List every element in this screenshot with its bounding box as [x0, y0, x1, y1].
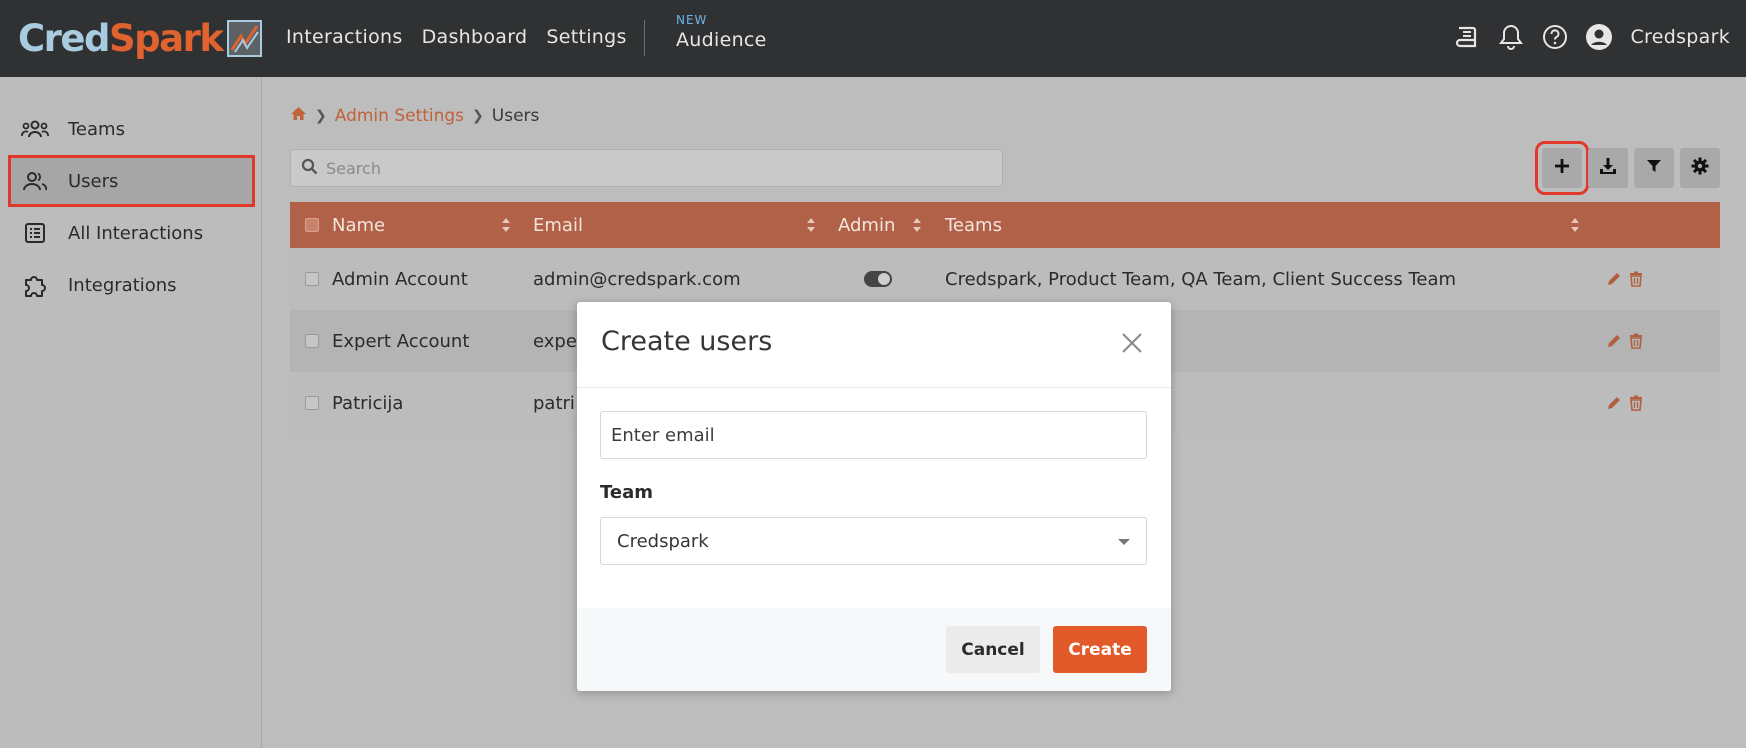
top-navbar: CredSpark Interactions Dashboard Setting… [0, 0, 1746, 77]
cell-email: patri [533, 392, 575, 414]
search-icon [301, 158, 318, 179]
close-icon[interactable] [1119, 330, 1145, 356]
logo-part-spark: Spark [108, 16, 224, 60]
select-all-checkbox[interactable] [305, 218, 319, 232]
cell-teams: Credspark, Product Team, QA Team, Client… [945, 268, 1457, 290]
sidebar-item-users[interactable]: Users [8, 155, 255, 207]
row-actions [1606, 310, 1644, 372]
plus-icon [1554, 158, 1570, 178]
cell-name: Patricija [332, 392, 404, 414]
sidebar-item-all-interactions[interactable]: All Interactions [8, 207, 255, 259]
column-header-admin[interactable]: Admin [838, 202, 895, 248]
column-header-label: Admin [838, 214, 896, 236]
cell-email: admin@credspark.com [533, 268, 741, 290]
download-icon [1599, 157, 1617, 179]
table-row[interactable]: Admin Account admin@credspark.com Credsp… [290, 248, 1720, 310]
new-badge: NEW [676, 13, 708, 27]
cancel-button[interactable]: Cancel [946, 626, 1040, 673]
header-actions: Credspark [1452, 20, 1730, 54]
logo-part-cred: Cred [18, 16, 110, 60]
team-select-value: Credspark [617, 530, 709, 552]
column-header-label: Name [332, 214, 386, 236]
email-input[interactable] [611, 424, 1131, 446]
trash-icon[interactable] [1628, 394, 1644, 412]
main-nav: Interactions Dashboard Settings [286, 26, 627, 48]
breadcrumb: ❯ Admin Settings ❯ Users [290, 106, 539, 126]
nav-dashboard[interactable]: Dashboard [422, 26, 528, 48]
breadcrumb-separator-icon: ❯ [472, 108, 484, 124]
row-checkbox[interactable] [305, 272, 319, 286]
help-icon[interactable] [1540, 20, 1570, 54]
cell-name: Admin Account [332, 268, 468, 290]
bell-icon[interactable] [1496, 20, 1526, 54]
table-header: Name Email Admin Teams [290, 202, 1720, 248]
cell-name: Expert Account [332, 330, 470, 352]
trash-icon[interactable] [1628, 270, 1644, 288]
row-checkbox[interactable] [305, 396, 319, 410]
row-actions [1606, 248, 1644, 310]
home-icon[interactable] [290, 106, 307, 126]
edit-icon[interactable] [1606, 394, 1622, 412]
edit-icon[interactable] [1606, 270, 1622, 288]
breadcrumb-admin-settings[interactable]: Admin Settings [335, 106, 464, 126]
download-button[interactable] [1588, 148, 1628, 188]
row-actions [1606, 372, 1644, 434]
cell-email: expe [533, 330, 577, 352]
trash-icon[interactable] [1628, 332, 1644, 350]
nav-divider [644, 20, 645, 56]
users-icon [20, 168, 50, 194]
user-name[interactable]: Credspark [1630, 26, 1730, 48]
sidebar-item-label: All Interactions [68, 222, 204, 244]
teams-icon [20, 116, 50, 142]
breadcrumb-separator-icon: ❯ [315, 108, 327, 124]
nav-audience[interactable]: NEW Audience [676, 13, 767, 53]
sort-icon[interactable] [912, 216, 922, 234]
toggle-on-icon [864, 271, 892, 287]
column-header-teams[interactable]: Teams [945, 202, 1002, 248]
add-user-button[interactable] [1535, 141, 1589, 195]
puzzle-icon [20, 272, 50, 298]
admin-toggle[interactable] [864, 248, 892, 310]
team-select[interactable]: Credspark [600, 517, 1147, 565]
sidebar-item-integrations[interactable]: Integrations [8, 259, 255, 311]
gear-icon [1691, 157, 1709, 179]
list-icon [20, 220, 50, 246]
sidebar-item-label: Integrations [68, 274, 177, 296]
row-checkbox[interactable] [305, 334, 319, 348]
credspark-logo[interactable]: CredSpark [18, 16, 263, 60]
sidebar: Teams Users All Interactions Integration… [0, 77, 262, 748]
search-input[interactable] [326, 158, 966, 178]
settings-button[interactable] [1680, 148, 1720, 188]
sort-icon[interactable] [501, 216, 511, 234]
logo-text: CredSpark [18, 16, 224, 60]
sidebar-item-label: Users [68, 170, 119, 192]
filter-button[interactable] [1634, 148, 1674, 188]
email-field [600, 411, 1147, 459]
chevron-down-icon [1118, 539, 1130, 545]
modal-title: Create users [601, 326, 773, 357]
logo-mark-icon [227, 19, 263, 57]
nav-interactions[interactable]: Interactions [286, 26, 403, 48]
book-icon[interactable] [1452, 20, 1482, 54]
column-header-email[interactable]: Email [533, 202, 583, 248]
breadcrumb-current: Users [491, 106, 540, 126]
column-header-label: Teams [945, 214, 1002, 236]
create-users-modal: Create users Team Credspark Cancel Creat… [577, 302, 1171, 691]
sidebar-item-teams[interactable]: Teams [8, 103, 255, 155]
search-box [290, 149, 1003, 187]
column-header-label: Email [533, 214, 583, 236]
edit-icon[interactable] [1606, 332, 1622, 350]
nav-settings[interactable]: Settings [546, 26, 626, 48]
column-header-name[interactable]: Name [332, 202, 385, 248]
sort-icon[interactable] [1570, 216, 1580, 234]
modal-footer: Cancel Create [577, 608, 1171, 691]
user-circle-icon[interactable] [1584, 20, 1614, 54]
sort-icon[interactable] [806, 216, 816, 234]
sidebar-item-label: Teams [68, 118, 125, 140]
filter-icon [1646, 158, 1662, 178]
team-label: Team [600, 482, 653, 503]
audience-label: Audience [676, 29, 767, 51]
modal-header: Create users [577, 302, 1171, 388]
create-button[interactable]: Create [1053, 626, 1147, 673]
